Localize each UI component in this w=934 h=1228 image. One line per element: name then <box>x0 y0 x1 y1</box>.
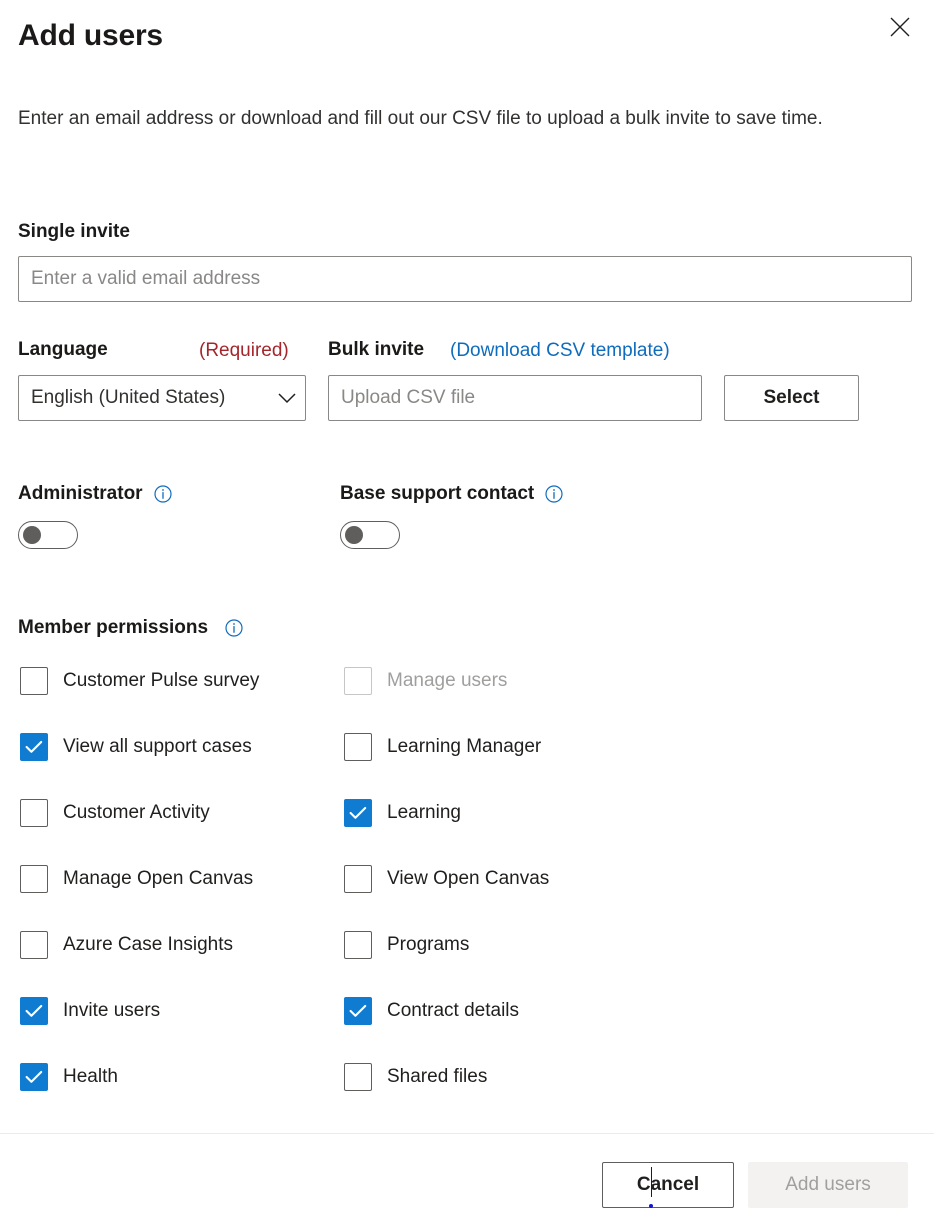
administrator-label: Administrator <box>18 483 143 504</box>
language-label: Language <box>18 339 108 360</box>
checkbox-item-view-open-canvas[interactable]: View Open Canvas <box>344 861 549 897</box>
checkbox-label: Learning Manager <box>387 736 542 757</box>
member-permissions-title: Member permissions <box>18 617 209 638</box>
language-required-badge: (Required) <box>199 340 289 361</box>
checkbox-item-customer-activity[interactable]: Customer Activity <box>20 795 210 831</box>
administrator-toggle[interactable] <box>18 521 78 549</box>
member-permissions-header: Member permissions <box>18 617 243 639</box>
permission-row: Customer Pulse survey Manage users <box>0 663 934 729</box>
checkbox-label: Manage Open Canvas <box>63 868 254 889</box>
checkbox-label: Manage users <box>387 670 508 691</box>
checkbox-item-view-all-support-cases[interactable]: View all support cases <box>20 729 252 765</box>
permission-row: View all support cases Learning Manager <box>0 729 934 795</box>
checkbox-item-azure-case-insights[interactable]: Azure Case Insights <box>20 927 233 963</box>
checkbox-item-health[interactable]: Health <box>20 1059 118 1095</box>
checkbox-checked-icon <box>344 997 372 1025</box>
checkbox-label: Learning <box>387 802 461 823</box>
select-file-button[interactable]: Select <box>724 375 859 421</box>
checkbox-unchecked-icon <box>20 865 48 893</box>
info-icon[interactable] <box>153 485 172 503</box>
checkbox-label: Customer Activity <box>63 802 210 823</box>
page-title: Add users <box>18 19 163 52</box>
checkbox-checked-icon <box>20 997 48 1025</box>
checkbox-checked-icon <box>20 733 48 761</box>
checkbox-item-shared-files[interactable]: Shared files <box>344 1059 487 1095</box>
language-selected-value: English (United States) <box>31 387 226 408</box>
checkbox-label: Invite users <box>63 1000 161 1021</box>
email-field[interactable] <box>18 256 912 302</box>
checkbox-unchecked-icon <box>20 931 48 959</box>
base-support-contact-toggle-group: Base support contact <box>340 481 563 553</box>
toggle-knob <box>23 526 41 544</box>
permission-row: Invite users Contract details <box>0 993 934 1059</box>
base-support-contact-label: Base support contact <box>340 483 535 504</box>
base-support-contact-toggle[interactable] <box>340 521 400 549</box>
checkbox-item-learning[interactable]: Learning <box>344 795 461 831</box>
checkbox-label: View all support cases <box>63 736 252 757</box>
checkbox-label: Contract details <box>387 1000 520 1021</box>
text-cursor <box>651 1167 652 1197</box>
info-icon[interactable] <box>545 485 563 503</box>
checkbox-unchecked-icon <box>344 931 372 959</box>
checkbox-label: Shared files <box>387 1066 488 1087</box>
footer-divider <box>0 1133 934 1134</box>
dialog-description: Enter an email address or download and f… <box>18 108 823 129</box>
checkbox-item-contract-details[interactable]: Contract details <box>344 993 519 1029</box>
checkbox-item-programs[interactable]: Programs <box>344 927 469 963</box>
checkbox-unchecked-icon <box>344 1063 372 1091</box>
checkbox-item-customer-pulse-survey[interactable]: Customer Pulse survey <box>20 663 259 699</box>
permission-row: Customer Activity Learning <box>0 795 934 861</box>
cursor-dot-indicator <box>649 1204 653 1208</box>
checkbox-label: Health <box>63 1066 118 1087</box>
csv-upload-field[interactable] <box>328 375 702 421</box>
language-select[interactable]: English (United States) <box>18 375 306 421</box>
chevron-down-icon <box>275 392 305 404</box>
add-users-button[interactable]: Add users <box>748 1162 908 1208</box>
checkbox-unchecked-icon <box>344 865 372 893</box>
checkbox-label: Azure Case Insights <box>63 934 234 955</box>
checkbox-item-manage-users: Manage users <box>344 663 507 699</box>
permission-row: Manage Open Canvas View Open Canvas <box>0 861 934 927</box>
info-icon[interactable] <box>225 619 243 637</box>
checkbox-label: View Open Canvas <box>387 868 550 889</box>
permission-row: Azure Case Insights Programs <box>0 927 934 993</box>
checkbox-unchecked-icon <box>20 799 48 827</box>
checkbox-unchecked-icon <box>344 733 372 761</box>
administrator-header: Administrator <box>18 481 172 507</box>
checkbox-label: Customer Pulse survey <box>63 670 260 691</box>
cancel-button[interactable]: Cancel <box>602 1162 734 1208</box>
download-csv-template-link[interactable]: (Download CSV template) <box>450 340 670 362</box>
checkbox-label: Programs <box>387 934 470 955</box>
base-support-contact-header: Base support contact <box>340 481 563 507</box>
checkbox-item-invite-users[interactable]: Invite users <box>20 993 160 1029</box>
dialog-header: Add users <box>0 0 934 70</box>
checkbox-checked-icon <box>20 1063 48 1091</box>
member-permissions-grid: Customer Pulse survey Manage users View al… <box>0 663 934 1125</box>
checkbox-unchecked-icon <box>20 667 48 695</box>
checkbox-item-learning-manager[interactable]: Learning Manager <box>344 729 541 765</box>
single-invite-label: Single invite <box>18 221 130 242</box>
permission-row: Health Shared files <box>0 1059 934 1125</box>
close-button[interactable] <box>880 8 920 46</box>
toggle-knob <box>345 526 363 544</box>
checkbox-unchecked-icon <box>344 667 372 695</box>
checkbox-checked-icon <box>344 799 372 827</box>
administrator-toggle-group: Administrator <box>18 481 172 553</box>
close-icon <box>889 16 911 38</box>
checkbox-item-manage-open-canvas[interactable]: Manage Open Canvas <box>20 861 253 897</box>
bulk-invite-label: Bulk invite <box>328 339 425 360</box>
